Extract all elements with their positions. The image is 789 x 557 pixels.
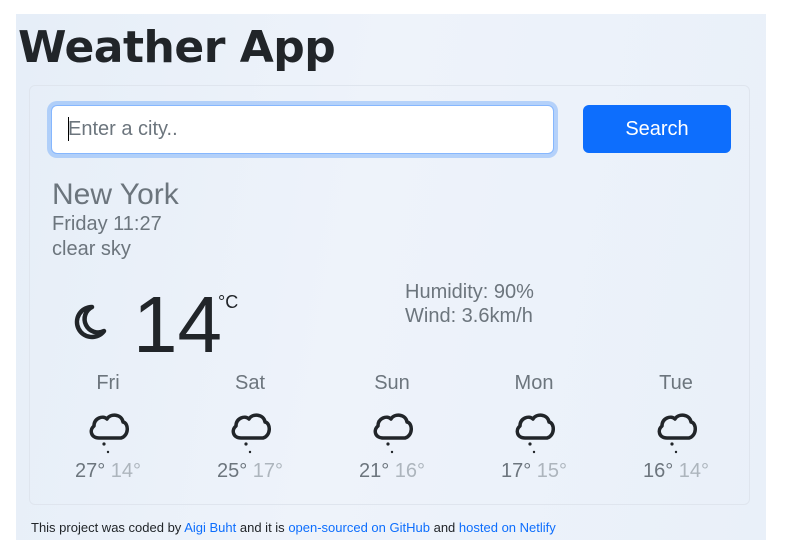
netlify-link[interactable]: hosted on Netlify: [459, 520, 556, 535]
forecast-day: Sat 25° 17°: [179, 368, 321, 488]
temperature-unit: °C: [218, 292, 239, 312]
forecast-min-temp: 17°: [252, 460, 284, 482]
humidity-value: Humidity: 90%: [405, 281, 534, 303]
search-button[interactable]: Search: [583, 105, 731, 153]
city-name: New York: [52, 178, 179, 211]
forecast-max-temp: 27°: [74, 460, 106, 482]
footer-middle: and it is: [239, 520, 285, 535]
forecast-temps: 21° 16°: [321, 459, 463, 483]
current-datetime: Friday 11:27: [52, 213, 162, 235]
forecast-max-temp: 17°: [500, 460, 532, 482]
forecast-min-temp: 14°: [678, 460, 710, 482]
forecast-day-name: Mon: [514, 372, 554, 394]
cloud-drizzle-icon: [89, 413, 129, 454]
forecast-max-temp: 25°: [216, 460, 248, 482]
current-temperature: 14: [133, 280, 222, 369]
forecast-day-name: Sun: [374, 372, 410, 394]
forecast-day-name: Sat: [234, 372, 266, 394]
cloud-drizzle-icon: [657, 413, 697, 454]
text-caret: [68, 117, 69, 141]
city-search-input[interactable]: [51, 105, 554, 154]
forecast-row: Fri 27° 14° Sat 25° 17° Sun 21° 16° Mon …: [37, 368, 747, 488]
footer: This project was coded by Aigi Buht and …: [31, 519, 556, 537]
wind-value: Wind: 3.6km/h: [405, 305, 533, 327]
forecast-temps: 17° 15°: [463, 459, 605, 483]
weather-app: Weather App Search New York Friday 11:27…: [16, 14, 766, 540]
forecast-day: Tue 16° 14°: [605, 368, 747, 488]
app-title: Weather App: [18, 22, 336, 73]
github-link[interactable]: open-sourced on GitHub: [288, 520, 430, 535]
author-link[interactable]: Aigi Buht: [184, 520, 236, 535]
forecast-max-temp: 21°: [358, 460, 390, 482]
forecast-day-name: Fri: [96, 372, 120, 394]
forecast-temps: 16° 14°: [605, 459, 747, 483]
forecast-temps: 27° 14°: [37, 459, 179, 483]
forecast-day: Fri 27° 14°: [37, 368, 179, 488]
forecast-temps: 25° 17°: [179, 459, 321, 483]
forecast-day: Sun 21° 16°: [321, 368, 463, 488]
footer-and: and: [433, 520, 456, 535]
cloud-drizzle-icon: [373, 413, 413, 454]
forecast-max-temp: 16°: [642, 460, 674, 482]
footer-prefix: This project was coded by: [31, 520, 182, 535]
cloud-drizzle-icon: [515, 413, 555, 454]
moon-icon: [74, 304, 107, 340]
forecast-min-temp: 15°: [536, 460, 568, 482]
forecast-day: Mon 17° 15°: [463, 368, 605, 488]
cloud-drizzle-icon: [231, 413, 271, 454]
weather-card: Search New York Friday 11:27 clear sky 1…: [29, 85, 750, 505]
forecast-min-temp: 14°: [110, 460, 142, 482]
weather-description: clear sky: [52, 238, 131, 260]
forecast-day-name: Tue: [659, 372, 693, 394]
forecast-min-temp: 16°: [394, 460, 426, 482]
